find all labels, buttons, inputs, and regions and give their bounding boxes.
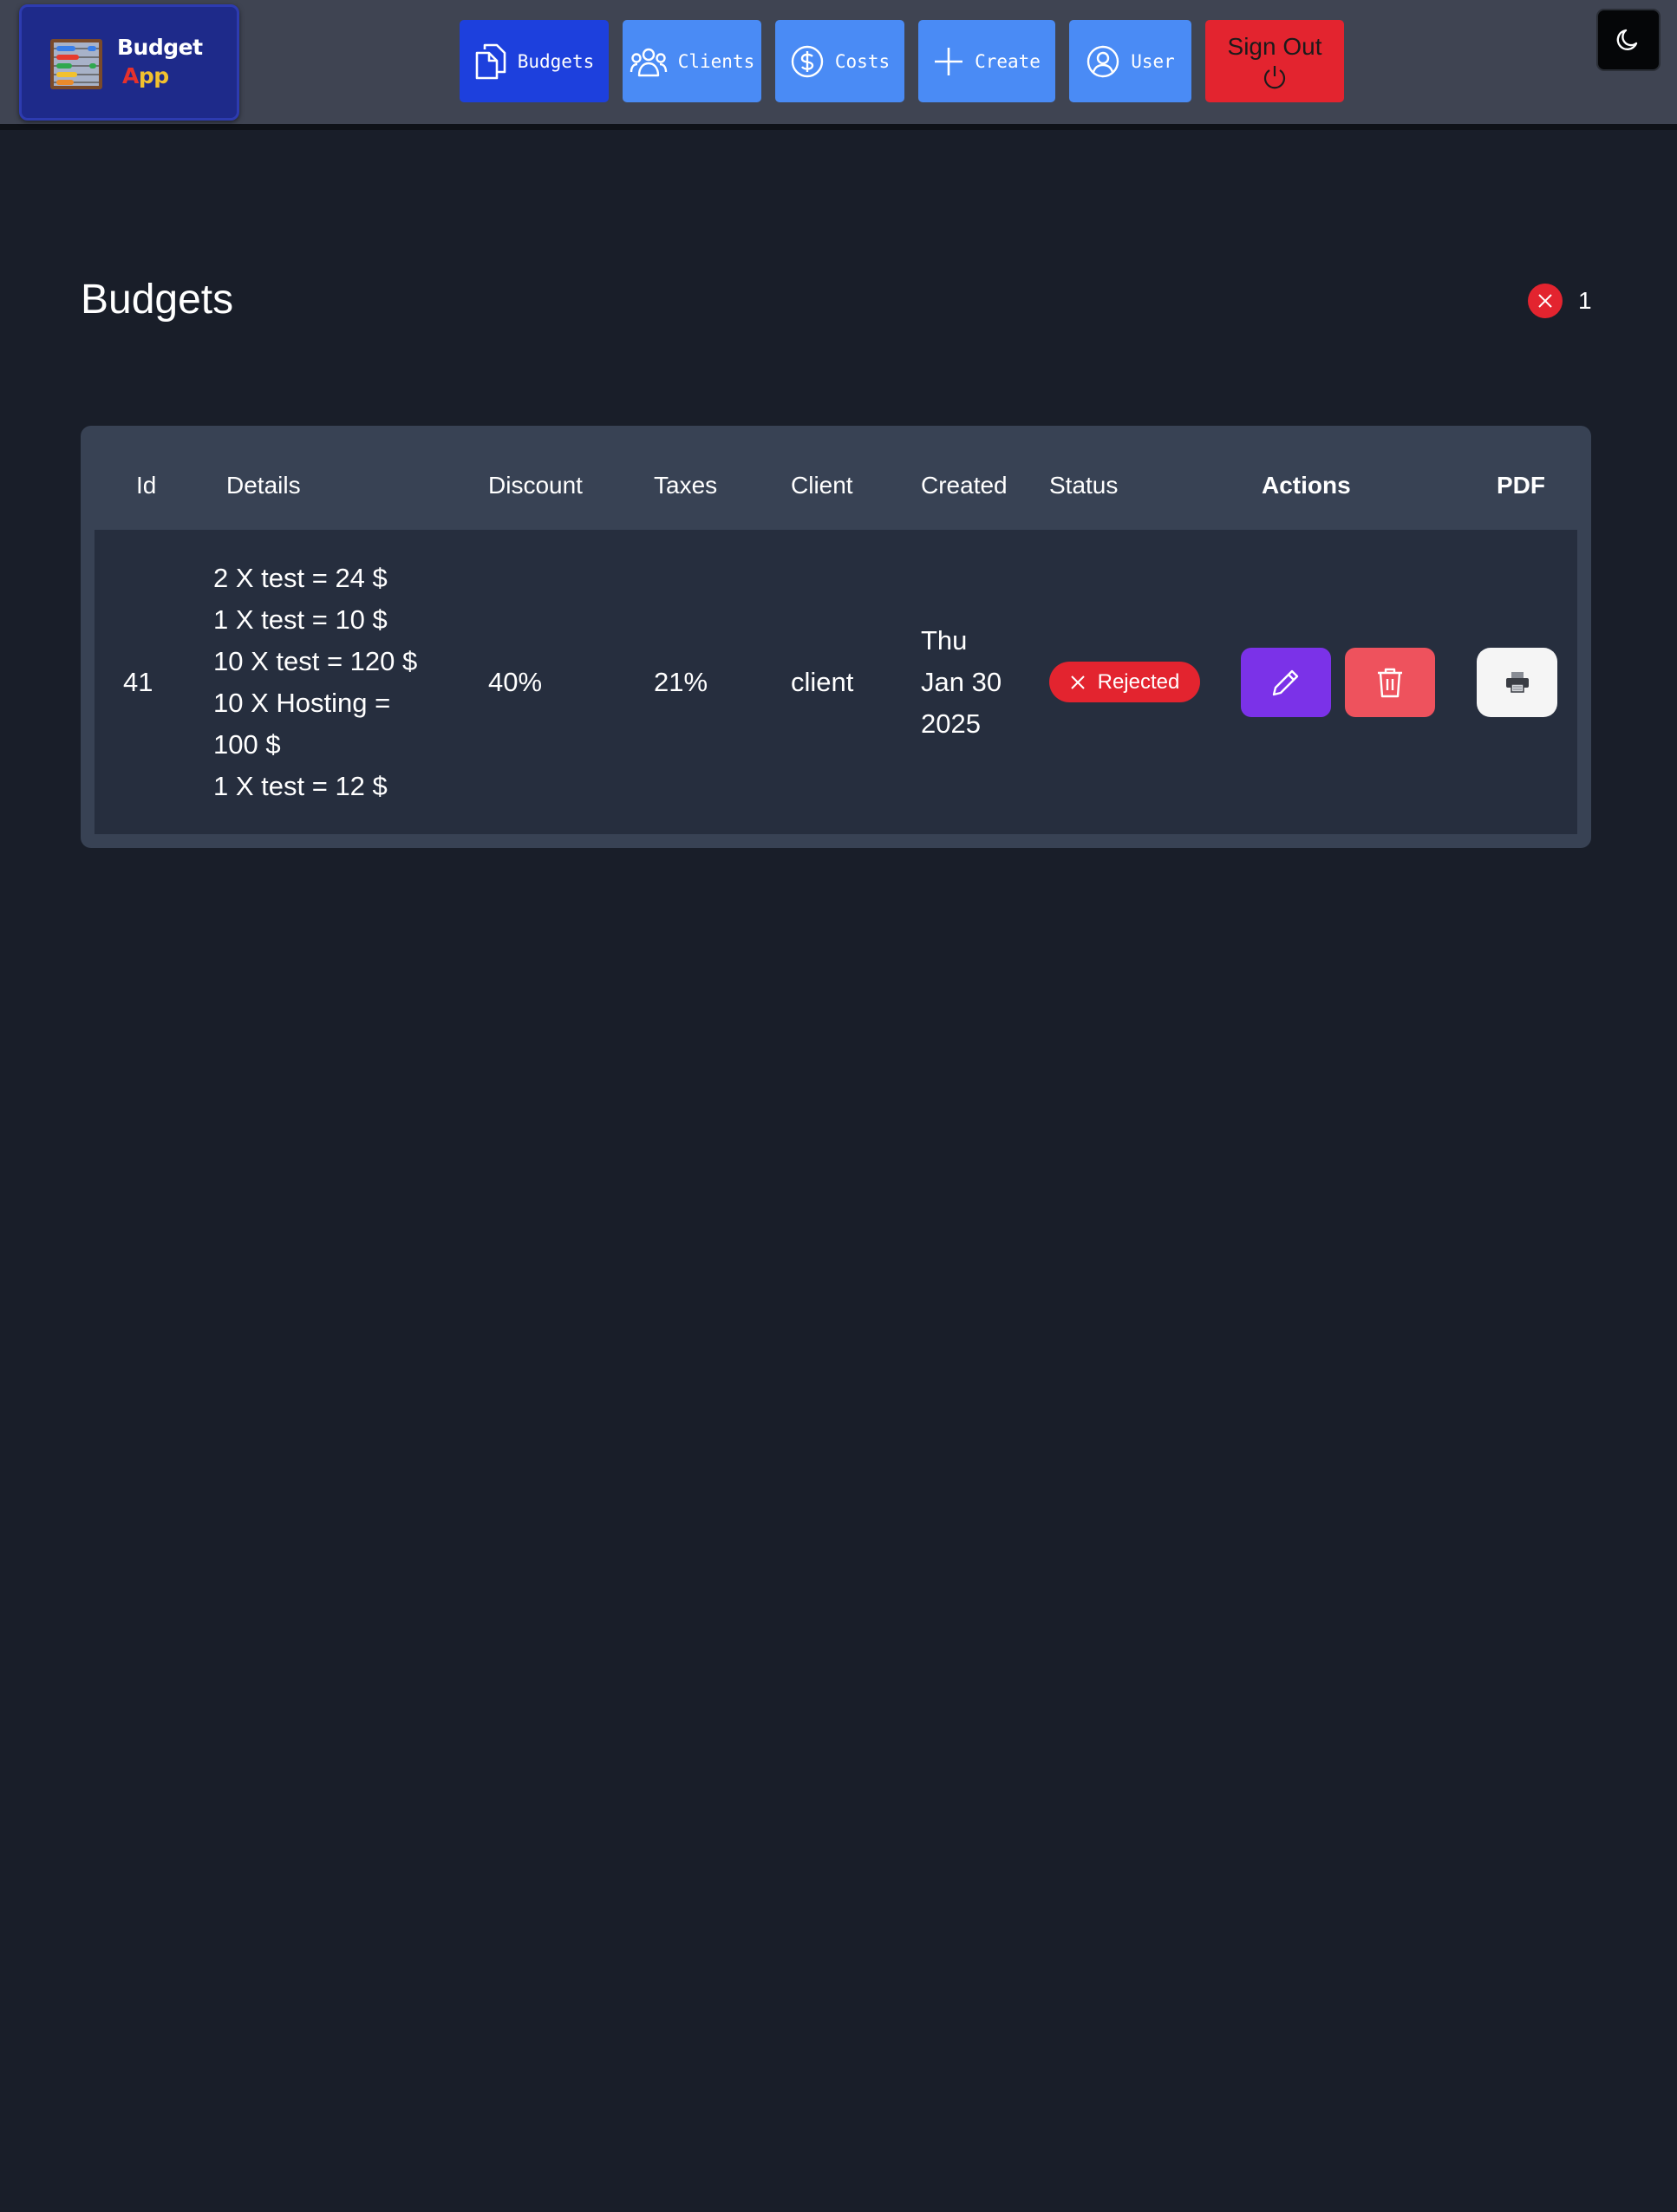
column-header-created: Created [921, 472, 1008, 499]
trash-icon [1378, 668, 1402, 698]
nav-create-label: Create [975, 50, 1041, 72]
abacus-icon [50, 39, 102, 89]
nav-costs-label: Costs [834, 50, 891, 72]
nav-user-button[interactable]: User [1069, 20, 1191, 102]
column-header-actions: Actions [1262, 472, 1351, 499]
app-name-word2-initial: A [122, 63, 139, 88]
rejected-count-indicator: 1 [1528, 284, 1592, 318]
detail-line: 100 $ [213, 729, 281, 760]
sign-out-button[interactable]: Sign Out [1205, 20, 1344, 102]
column-header-details: Details [226, 472, 301, 499]
dollar-circle-icon [791, 45, 824, 77]
detail-line: 10 X Hosting = [213, 688, 391, 718]
nav-user-label: User [1131, 50, 1175, 72]
users-icon [630, 48, 667, 76]
status-badge: Rejected [1049, 662, 1200, 702]
detail-line: 2 X test = 24 $ [213, 563, 388, 593]
app-name-word2-rest: pp [138, 63, 169, 88]
cell-details: 2 X test = 24 $ 1 X test = 10 $ 10 X tes… [213, 558, 417, 807]
nav-budgets-button[interactable]: Budgets [460, 20, 609, 102]
power-icon [1263, 65, 1286, 88]
column-header-client: Client [791, 472, 853, 499]
moon-icon [1616, 29, 1638, 51]
theme-toggle-button[interactable] [1596, 9, 1661, 71]
nav-clients-button[interactable]: Clients [623, 20, 761, 102]
created-year: 2025 [921, 708, 981, 739]
app-name-word1: Budget [117, 35, 203, 60]
nav-create-button[interactable]: Create [918, 20, 1055, 102]
created-date: Jan 30 [921, 667, 1002, 697]
close-icon [1538, 294, 1552, 308]
cell-id: 41 [123, 667, 153, 697]
print-pdf-button[interactable] [1477, 648, 1557, 717]
rejected-count: 1 [1578, 287, 1592, 314]
column-header-status: Status [1049, 472, 1119, 499]
status-label: Rejected [1097, 669, 1180, 694]
nav-costs-button[interactable]: Costs [775, 20, 904, 102]
detail-line: 1 X test = 10 $ [213, 604, 388, 635]
column-header-taxes: Taxes [654, 472, 718, 499]
app-name-word2: App [122, 62, 203, 90]
documents-icon [475, 43, 506, 79]
page-title: Budgets [81, 277, 234, 323]
app-logo[interactable]: Budget App [19, 4, 239, 121]
cell-discount: 40% [488, 667, 543, 697]
app-name: Budget App [117, 33, 203, 90]
pencil-icon [1272, 669, 1299, 696]
cell-created: Thu Jan 30 2025 [921, 620, 1002, 745]
detail-line: 10 X test = 120 $ [213, 646, 418, 676]
close-icon [1070, 675, 1085, 689]
printer-icon [1505, 672, 1529, 693]
column-header-discount: Discount [488, 472, 583, 499]
plus-icon [935, 47, 963, 75]
nav-clients-label: Clients [677, 50, 755, 72]
created-weekday: Thu [921, 625, 968, 656]
column-header-pdf: PDF [1497, 472, 1545, 499]
delete-budget-button[interactable] [1345, 648, 1435, 717]
nav-budgets-label: Budgets [517, 50, 595, 72]
edit-budget-button[interactable] [1241, 648, 1331, 717]
detail-line: 1 X test = 12 $ [213, 771, 388, 801]
sign-out-label: Sign Out [1227, 32, 1322, 60]
column-header-id: Id [136, 472, 157, 499]
rejected-circle-icon [1528, 284, 1563, 318]
user-circle-icon [1087, 45, 1119, 77]
cell-client: client [791, 667, 854, 697]
cell-taxes: 21% [654, 667, 708, 697]
top-navbar: Budget App Budgets Clients Costs Create … [0, 0, 1677, 130]
